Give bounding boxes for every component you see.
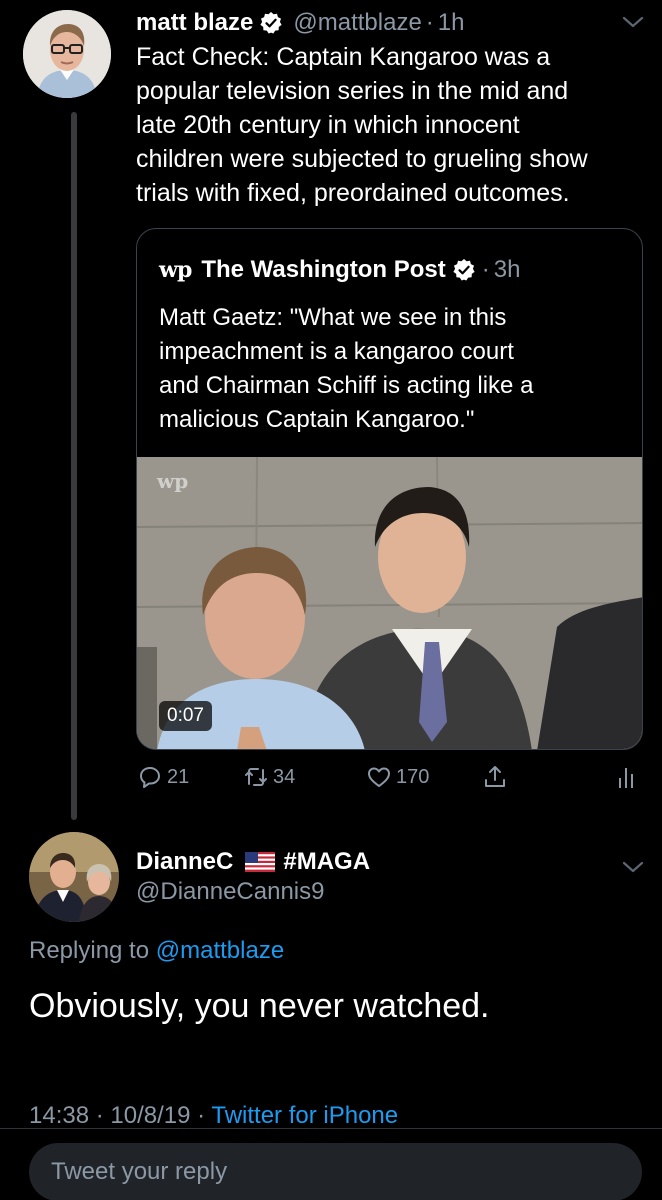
video-thumbnail [137,457,642,749]
tweet-header: matt blaze @mattblaze · 1h [136,6,465,40]
retweet-count: 34 [273,765,296,788]
like-count: 170 [396,765,430,788]
tweet-text: Fact Check: Captain Kangaroo was a popul… [136,43,588,207]
reply-input[interactable] [29,1143,642,1200]
avatar[interactable] [29,832,119,922]
reply-author-tag: #MAGA [283,848,371,875]
video-watermark: wp [157,469,189,493]
tweet-metadata: 14:38 · 10/8/19 · Twitter for iPhone [29,1102,398,1130]
chevron-down-icon[interactable] [620,13,646,31]
author-name[interactable]: matt blaze [136,9,253,37]
thread-connector-line [71,112,77,820]
quoted-author-name: The Washington Post [201,256,446,283]
reply-composer-bar [0,1128,662,1200]
reply-text: Obviously, you never watched. [29,987,490,1025]
reply-bubble-icon [140,767,160,788]
separator-dot: · [481,256,490,283]
us-flag-icon [245,852,276,872]
reply-author-handle[interactable]: @DianneCannis9 [136,878,324,906]
share-button[interactable] [482,762,508,792]
client-source-link[interactable]: Twitter for iPhone [211,1102,398,1129]
tweet-detail-screen: matt blaze @mattblaze · 1h Fact Check: C… [0,0,662,1200]
quoted-tweet-header: wp The Washington Post · 3h [159,253,520,287]
chevron-down-icon[interactable] [620,858,646,876]
share-icon [485,766,505,787]
like-button[interactable]: 170 [366,762,429,792]
retweet-icon [245,768,267,786]
timestamp: 14:38 · 10/8/19 · [29,1102,206,1129]
reply-author-header[interactable]: DianneC #MAGA [136,846,370,878]
reply-button[interactable]: 21 [137,762,189,792]
author-handle[interactable]: @mattblaze [293,9,421,37]
video-player[interactable]: wp 0:07 [137,457,642,749]
tweet-time[interactable]: 1h [438,9,465,37]
replying-to-label: Replying to [29,937,150,964]
separator-dot: · [425,9,434,36]
quoted-tweet-card[interactable]: wp The Washington Post · 3h Matt Gaetz: … [136,228,643,750]
retweet-button[interactable]: 34 [243,762,295,792]
reply-count: 21 [167,765,190,788]
washington-post-logo: wp [159,257,192,283]
replying-to-mention[interactable]: @mattblaze [156,937,284,964]
quoted-tweet-time: 3h [493,256,521,283]
replying-to-line: Replying to @mattblaze [29,937,284,965]
quoted-tweet-text: Matt Gaetz: "What we see in this impeach… [159,304,534,433]
reply-author-name[interactable]: DianneC [136,848,233,876]
verified-badge-icon [453,259,475,281]
verified-badge-icon [260,12,282,34]
avatar[interactable] [23,10,111,98]
analytics-icon [619,768,633,788]
video-duration-badge: 0:07 [159,701,212,731]
analytics-button[interactable] [614,762,640,792]
heart-icon [368,767,390,787]
